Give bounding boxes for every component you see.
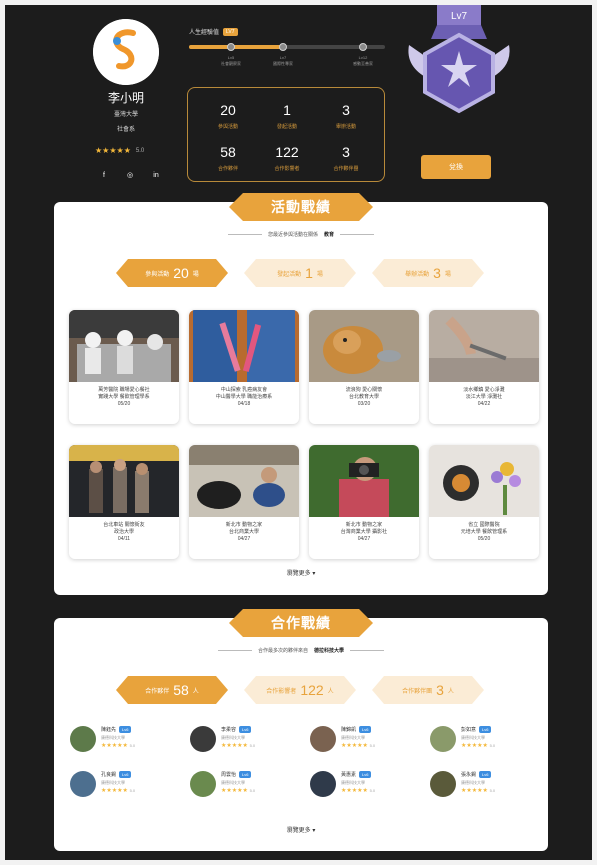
avatar: [430, 726, 456, 752]
activity-record-ribbon: 活動戰績: [229, 193, 373, 221]
activity-photo-camera: [309, 445, 419, 517]
stat-partner-groups: 3 合作夥伴團: [333, 144, 359, 172]
partner-item[interactable]: 周雲怡 Lv6 康德科技大學 ★★★★★ 5.0: [190, 770, 300, 804]
avatar: [190, 726, 216, 752]
activity-photo-shelter: [189, 445, 299, 517]
partner-item[interactable]: 陳錦凱 Lv6 康德科技大學 ★★★★★ 5.0: [310, 725, 420, 759]
avatar: [310, 771, 336, 797]
stat-initiated: 1 發起活動: [276, 102, 297, 130]
level-tick: Lv12 感動至善家: [353, 55, 373, 66]
cooperation-record-ribbon: 合作戰績: [229, 609, 373, 637]
activity-item[interactable]: 萬芳醫院 職場愛心餐社 實踐大學 餐飲管理學系 05/20: [69, 310, 179, 424]
cooperation-record-title: 合作戰績: [271, 615, 331, 631]
tab-influencers[interactable]: 合作影響者 122 人: [244, 676, 356, 704]
user-school: 臺灣大學: [113, 112, 138, 118]
activity-record-title: 活動戰績: [271, 199, 331, 215]
rating-value: 5.0: [135, 147, 145, 154]
tab-initiated[interactable]: 發起活動 1 場: [244, 259, 356, 287]
avatar: [70, 726, 96, 752]
activity-item[interactable]: 中山探索 乳癌病友會 中山醫學大學 職能治療系 04/18: [189, 310, 299, 424]
tab-participated[interactable]: 參與活動 20 場: [116, 259, 228, 287]
claim-button[interactable]: 兌換: [421, 155, 491, 179]
activity-photo-station: [69, 445, 179, 517]
profile-page: 李小明 臺灣大學 社會系 ★★★★★ 5.0 f ◎ in 人生經驗值 LV7 …: [5, 5, 592, 860]
activity-photo-kitchen: [69, 310, 179, 382]
svg-text:Lv7: Lv7: [451, 11, 468, 22]
avatar: [310, 726, 336, 752]
tab-hosted[interactable]: 舉辦活動 3 場: [372, 259, 484, 287]
activity-tabs: 參與活動 20 場 發起活動 1 場 舉辦活動 3 場: [116, 259, 486, 287]
level-tick: Lv7 國際性專家: [273, 55, 293, 66]
experience-progress-fill: [189, 45, 284, 49]
experience-level-badge: LV7: [223, 27, 238, 36]
partner-item[interactable]: 張永錫 Lv6 康德科技大學 ★★★★★ 5.0: [430, 770, 540, 804]
partner-item[interactable]: 孔良錫 Lv6 康德科技大學 ★★★★★ 5.0: [70, 770, 180, 804]
user-department: 社會系: [116, 127, 135, 133]
tab-partners[interactable]: 合作夥伴 58 人: [116, 676, 228, 704]
partner-item[interactable]: 李柔容 Lv6 康德科技大學 ★★★★★ 5.0: [190, 725, 300, 759]
activity-photo-beach: [429, 310, 539, 382]
activity-item[interactable]: 新北市 動物之家 台灣商業大學 攝影社 04/27: [309, 445, 419, 559]
partner-item[interactable]: 彭如意 Lv6 康德科技大學 ★★★★★ 5.0: [430, 725, 540, 759]
activity-subtitle: 您最近參與活動在關係 教育: [54, 231, 548, 238]
star-icon: ★★★★★: [95, 146, 131, 155]
activity-item[interactable]: 淡水鄉鎮 愛心淨灘 淡江大學 淨灘社 04/22: [429, 310, 539, 424]
lifund-logo-avatar: [93, 19, 159, 85]
avatar: [70, 771, 96, 797]
activity-photo-dog: [309, 310, 419, 382]
cooperation-record-card: 合作戰績 合作最多次的夥伴來自 德拉科技大學 合作夥伴 58 人 合作影響者 122 人 …: [54, 609, 548, 851]
level-marker: [227, 43, 235, 51]
activity-item[interactable]: 新北市 動物之家 台北商業大學 04/27: [189, 445, 299, 559]
avatar: [430, 771, 456, 797]
stat-partners: 58 合作夥伴: [217, 144, 238, 172]
stat-participated: 20 參與活動: [217, 102, 238, 130]
experience-label: 人生經驗值: [189, 30, 220, 36]
activity-photo-flowers: [189, 310, 299, 382]
level-tick: Lv5 社會觀察家: [221, 55, 241, 66]
avatar: [190, 771, 216, 797]
tab-partner-groups[interactable]: 合作夥伴團 3 人: [372, 676, 484, 704]
activity-item[interactable]: 台北車站 關懷街友 政治大學 04/11: [69, 445, 179, 559]
activity-photo-bouquet: [429, 445, 539, 517]
cooperation-more-link[interactable]: 瀏覽更多 ▾: [54, 825, 548, 834]
user-rating: ★★★★★ 5.0: [95, 146, 144, 155]
cooperation-tabs: 合作夥伴 58 人 合作影響者 122 人 合作夥伴團 3 人: [116, 676, 486, 704]
activity-item[interactable]: 流浪狗 愛心關懷 台北教育大學 03/20: [309, 310, 419, 424]
level-marker: [279, 43, 287, 51]
experience-progress-bar: [189, 43, 385, 51]
partner-item[interactable]: 黃惠素 Lv6 康德科技大學 ★★★★★ 5.0: [310, 770, 420, 804]
medal-icon: Lv7: [403, 5, 515, 129]
facebook-icon[interactable]: f: [97, 168, 111, 182]
level-marker: [359, 43, 367, 51]
user-name: 李小明: [107, 91, 144, 105]
activity-item[interactable]: 省立 國際醫院 元培大學 餐飲管理系 05/20: [429, 445, 539, 559]
cooperation-subtitle: 合作最多次的夥伴來自 德拉科技大學: [54, 647, 548, 654]
linkedin-icon[interactable]: in: [149, 168, 163, 182]
experience-title: 人生經驗值 LV7: [189, 27, 238, 36]
activity-record-card: 活動戰績 您最近參與活動在關係 教育 參與活動 20 場 發起活動 1 場 舉辦活動 3 場: [54, 193, 548, 595]
stat-influencers: 122 合作影響者: [274, 144, 300, 172]
stat-hosted: 3 舉辦活動: [335, 102, 356, 130]
social-links: f ◎ in: [97, 168, 163, 182]
partner-item[interactable]: 陳鈺先 Lv6 康德科技大學 ★★★★★ 5.0: [70, 725, 180, 759]
instagram-icon[interactable]: ◎: [123, 168, 137, 182]
stats-panel: 20 參與活動 1 發起活動 3 舉辦活動 58 合作夥伴 122 合作影響者 3 合作夥伴…: [187, 87, 385, 182]
activity-more-link[interactable]: 瀏覽更多 ▾: [54, 568, 548, 577]
